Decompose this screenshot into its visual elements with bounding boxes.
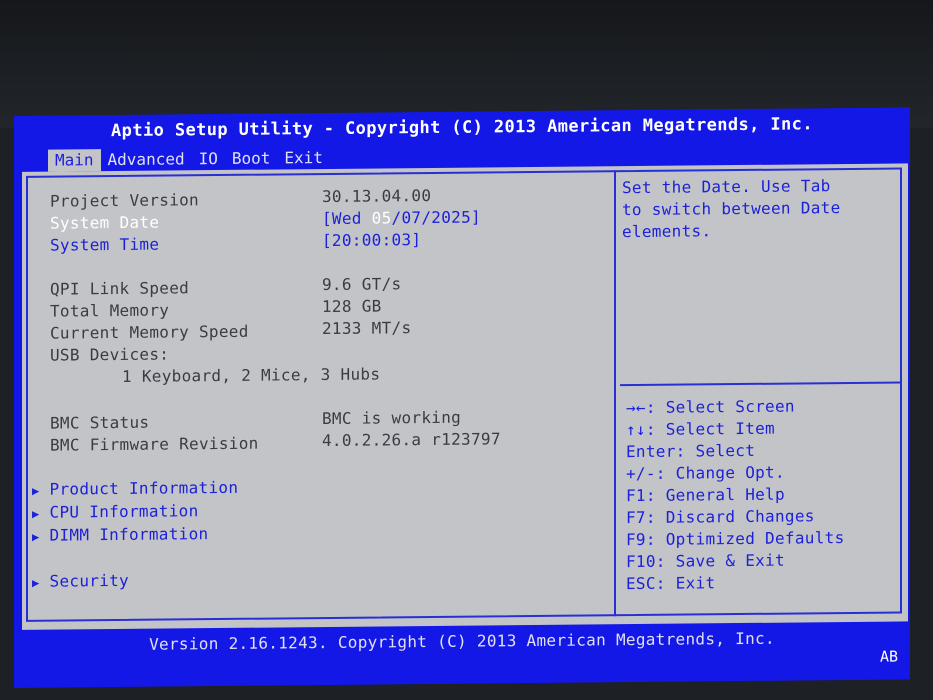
triangle-right-icon: ▶ <box>32 529 40 544</box>
window-title: Aptio Setup Utility - Copyright (C) 2013… <box>111 114 813 142</box>
system-date-field[interactable]: [Wed 05/07/2025] <box>322 208 481 229</box>
project-version-value: 30.13.04.00 <box>322 185 432 207</box>
tab-main[interactable]: Main <box>48 149 101 172</box>
submenu-product-information[interactable]: ▶ Product Information <box>32 478 238 499</box>
total-memory-value: 128 GB <box>322 296 382 317</box>
version-footer: Version 2.16.1243. Copyright (C) 2013 Am… <box>149 628 775 654</box>
bmc-status-value: BMC is working <box>322 407 462 429</box>
tab-bar: Main Advanced IO Boot Exit <box>48 147 330 172</box>
submenu-security[interactable]: ▶ Security <box>32 571 129 591</box>
key-hint-save-exit: F10: Save & Exit <box>626 550 785 572</box>
submenu-dimm-information[interactable]: ▶ DIMM Information <box>32 524 208 545</box>
submenu-cpu-information[interactable]: ▶ CPU Information <box>32 501 199 522</box>
project-version-label: Project Version <box>50 190 199 211</box>
system-date-label[interactable]: System Date <box>50 213 159 233</box>
key-hint-discard: F7: Discard Changes <box>626 506 815 528</box>
system-date-month[interactable]: 05 <box>372 208 392 227</box>
bios-screen: Aptio Setup Utility - Copyright (C) 2013… <box>14 107 910 689</box>
total-memory-label: Total Memory <box>50 300 170 321</box>
triangle-right-icon: ▶ <box>32 483 40 498</box>
memory-speed-value: 2133 MT/s <box>322 318 412 339</box>
help-divider <box>614 170 616 617</box>
tab-boot[interactable]: Boot <box>225 147 278 170</box>
system-date-prefix: [Wed <box>322 208 372 229</box>
submenu-label: CPU Information <box>49 501 199 522</box>
memory-speed-label: Current Memory Speed <box>50 321 249 343</box>
submenu-label: Security <box>49 570 129 591</box>
system-time-label[interactable]: System Time <box>50 235 159 255</box>
post-code-badge: AB <box>879 647 898 666</box>
bmc-firmware-label: BMC Firmware Revision <box>50 433 259 455</box>
key-hint-select-screen: →←: Select Screen <box>626 396 795 418</box>
qpi-label: QPI Link Speed <box>50 278 190 299</box>
help-line-1: Set the Date. Use Tab <box>622 176 831 198</box>
help-line-2: to switch between Date <box>622 198 841 220</box>
help-line-3: elements. <box>622 221 712 242</box>
key-hint-select-item: ↑↓: Select Item <box>626 418 775 440</box>
qpi-value: 9.6 GT/s <box>322 274 402 295</box>
key-hint-general-help: F1: General Help <box>626 484 785 506</box>
submenu-label: Product Information <box>49 477 239 499</box>
key-hint-change-opt: +/-: Change Opt. <box>626 462 785 484</box>
submenu-label: DIMM Information <box>49 524 209 545</box>
key-hint-enter: Enter: Select <box>626 440 756 462</box>
system-date-rest: /07/2025] <box>391 207 481 228</box>
usb-devices-value: 1 Keyboard, 2 Mice, 3 Hubs <box>122 364 381 386</box>
tab-exit[interactable]: Exit <box>277 147 330 170</box>
tab-io[interactable]: IO <box>192 148 225 170</box>
system-time-field[interactable]: [20:00:03] <box>322 230 421 250</box>
triangle-right-icon: ▶ <box>32 506 40 521</box>
main-panel: Project Version 30.13.04.00 System Date … <box>22 163 908 630</box>
key-hint-defaults: F9: Optimized Defaults <box>626 528 845 550</box>
tab-advanced[interactable]: Advanced <box>101 148 192 171</box>
key-hint-esc: ESC: Exit <box>626 573 716 594</box>
triangle-right-icon: ▶ <box>32 575 40 590</box>
bmc-firmware-value: 4.0.2.26.a r123797 <box>322 429 501 451</box>
usb-devices-label: USB Devices: <box>50 344 170 365</box>
bmc-status-label: BMC Status <box>50 412 150 433</box>
